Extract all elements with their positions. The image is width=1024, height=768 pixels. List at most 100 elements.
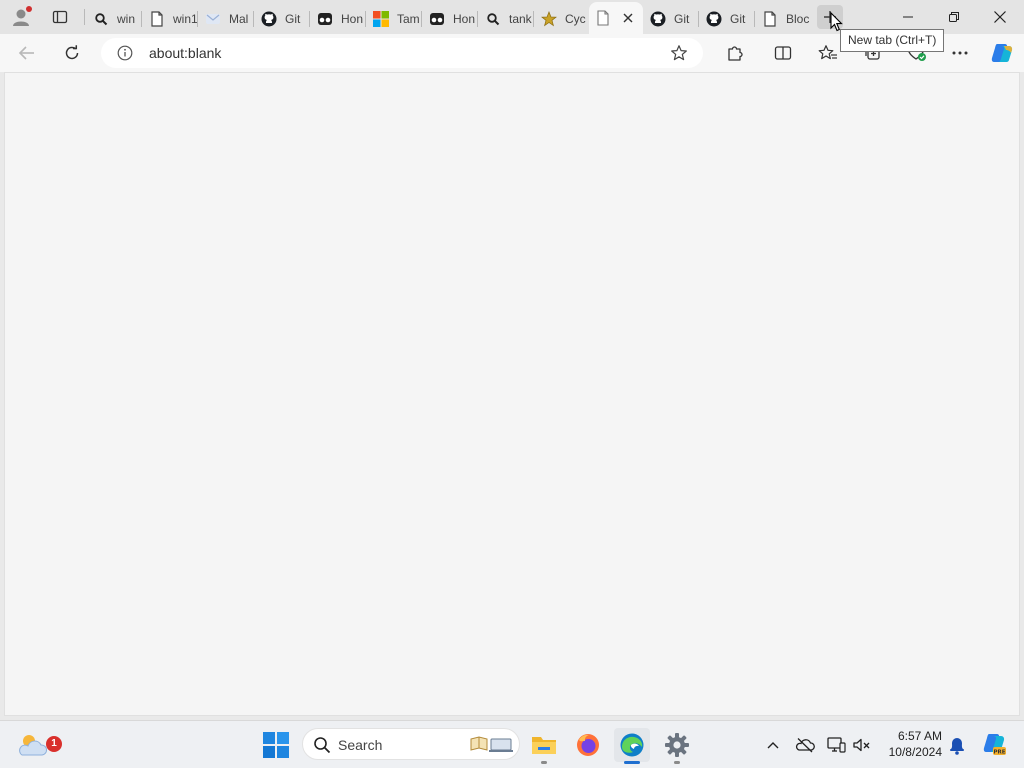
- minimize-button[interactable]: [886, 4, 930, 30]
- tab-page-win1[interactable]: win1: [143, 5, 198, 32]
- tab-microsoft[interactable]: Tam: [367, 5, 422, 32]
- tab-divider: [533, 11, 534, 27]
- page-icon: [149, 10, 165, 27]
- taskbar-search-box[interactable]: Search: [302, 728, 520, 760]
- weather-notification-badge: 1: [46, 736, 62, 752]
- tab-actions-icon: [52, 10, 68, 24]
- close-window-button[interactable]: [978, 4, 1022, 30]
- add-favorite-star-icon[interactable]: [670, 44, 688, 62]
- address-bar[interactable]: about:blank: [101, 38, 703, 68]
- tab-page-bloc[interactable]: Bloc: [756, 5, 811, 32]
- tab-title: Git: [674, 11, 690, 26]
- favorites-button[interactable]: [813, 38, 843, 68]
- refresh-button[interactable]: [57, 38, 87, 68]
- taskbar-firefox[interactable]: [570, 728, 606, 762]
- blank-page-content: [4, 72, 1020, 716]
- weather-cloud-sun-icon: [19, 735, 48, 756]
- taskbar-edge[interactable]: [614, 728, 650, 764]
- running-indicator: [674, 761, 680, 764]
- github-icon: [706, 11, 722, 27]
- taskbar-settings[interactable]: [659, 728, 695, 764]
- gear-icon: [665, 733, 689, 757]
- tab-github-2[interactable]: Git: [644, 5, 699, 32]
- tab-divider: [698, 11, 699, 27]
- tab-cyc[interactable]: Cyc: [535, 5, 588, 32]
- back-button[interactable]: [12, 38, 42, 68]
- close-tab-icon[interactable]: [621, 11, 635, 25]
- show-hidden-icons-button[interactable]: [763, 735, 783, 755]
- profile-notification-dot: [26, 6, 32, 12]
- url-text[interactable]: about:blank: [149, 45, 221, 61]
- network-tray-icon[interactable]: [826, 735, 846, 755]
- info-icon[interactable]: [117, 45, 133, 61]
- start-button[interactable]: [262, 731, 290, 759]
- tab-title: Git: [285, 11, 301, 26]
- taskbar-clock[interactable]: 6:57 AM 10/8/2024: [880, 728, 942, 760]
- refresh-icon: [65, 45, 79, 60]
- tab-divider: [141, 11, 142, 27]
- running-indicator: [541, 761, 547, 764]
- search-highlight-books-icon: [470, 736, 513, 752]
- new-tab-tooltip: New tab (Ctrl+T): [840, 29, 945, 52]
- tab-title: Hon: [341, 11, 364, 26]
- tab-search-tank[interactable]: tank: [479, 5, 534, 32]
- search-icon: [93, 11, 109, 27]
- tab-search-win[interactable]: win: [87, 5, 142, 32]
- volume-tray-icon[interactable]: [852, 735, 872, 755]
- tab-divider: [421, 11, 422, 27]
- tab-title: Cyc: [565, 11, 586, 26]
- tab-github-3[interactable]: Git: [700, 5, 755, 32]
- tab-honey-1[interactable]: Hon: [311, 5, 366, 32]
- tab-title: Git: [730, 11, 746, 26]
- chevron-up-icon: [767, 742, 779, 749]
- profile-button[interactable]: [6, 3, 36, 31]
- restore-icon: [949, 12, 959, 22]
- mail-favicon: [205, 11, 221, 27]
- settings-and-more-button[interactable]: [945, 38, 975, 68]
- close-icon: [994, 11, 1006, 23]
- cloud-offline-icon: [795, 738, 815, 753]
- tab-title: win: [117, 11, 136, 26]
- clock-time: 6:57 AM: [897, 729, 942, 743]
- notification-bell-icon[interactable]: [948, 735, 966, 755]
- speaker-muted-icon: [853, 738, 870, 752]
- tab-mail[interactable]: Mal: [199, 5, 254, 32]
- honey-favicon: [429, 11, 445, 27]
- extensions-button[interactable]: [720, 38, 750, 68]
- windows-taskbar: 1 Search 6:57 AM 10/8/2024 PRE: [0, 720, 1024, 768]
- favorites-list-icon: [818, 45, 837, 60]
- back-arrow-icon: [18, 46, 34, 60]
- tab-honey-2[interactable]: Hon: [423, 5, 478, 32]
- folder-icon: [532, 737, 556, 754]
- tab-title: Mal: [229, 11, 249, 26]
- network-icon: [827, 737, 846, 753]
- split-screen-icon: [774, 46, 792, 60]
- github-icon: [261, 11, 277, 27]
- microsoft-icon: [373, 10, 389, 27]
- search-icon: [314, 737, 331, 754]
- tab-actions-button[interactable]: [45, 3, 75, 31]
- puzzle-icon: [728, 46, 743, 61]
- honey-favicon: [317, 11, 333, 27]
- copilot-pre-icon[interactable]: PRE: [981, 731, 1007, 757]
- split-screen-button[interactable]: [768, 38, 798, 68]
- github-icon: [650, 11, 666, 27]
- tab-active-blank[interactable]: [589, 2, 643, 34]
- windows-logo-icon: [263, 732, 289, 758]
- star-favicon: [541, 10, 557, 27]
- tab-title: Tam: [397, 11, 420, 26]
- tab-title: tank: [509, 11, 532, 26]
- page-icon: [762, 10, 778, 27]
- clock-date: 10/8/2024: [888, 745, 942, 759]
- tab-divider: [754, 11, 755, 27]
- active-app-indicator: [624, 761, 640, 764]
- taskbar-file-explorer[interactable]: [526, 728, 562, 764]
- onedrive-tray-icon[interactable]: [795, 735, 815, 755]
- tab-divider: [197, 11, 198, 27]
- tab-github-1[interactable]: Git: [255, 5, 310, 32]
- taskbar-search-placeholder: Search: [338, 737, 383, 753]
- tab-title: Bloc: [786, 11, 810, 26]
- weather-widget[interactable]: 1: [16, 729, 62, 761]
- copilot-button[interactable]: [987, 38, 1017, 68]
- restore-button[interactable]: [932, 4, 976, 30]
